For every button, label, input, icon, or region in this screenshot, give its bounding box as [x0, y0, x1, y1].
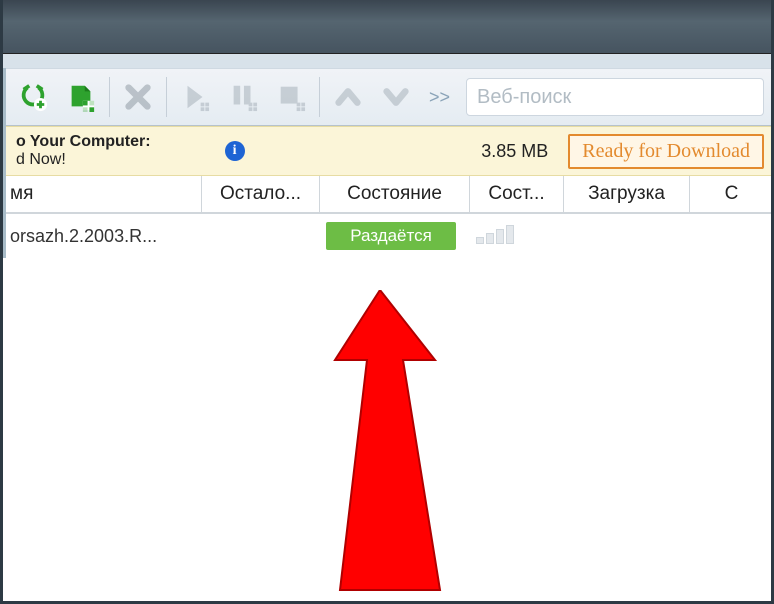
table-row[interactable]: orsazh.2.2003.R... Раздаётся: [6, 214, 774, 258]
move-up-button[interactable]: [325, 74, 371, 120]
stop-icon: [276, 82, 306, 112]
cell-bars: [470, 224, 564, 249]
toolbar-separator: [166, 77, 167, 117]
remove-button[interactable]: [115, 74, 161, 120]
chevron-down-icon: [381, 82, 411, 112]
col-header-download[interactable]: Загрузка: [564, 176, 690, 212]
signal-bars-icon: [476, 224, 514, 244]
add-torrent-button[interactable]: [58, 74, 104, 120]
pause-button[interactable]: [220, 74, 266, 120]
promo-text: o Your Computer: d Now!: [16, 133, 151, 170]
col-header-name[interactable]: мя: [6, 176, 202, 212]
search-box[interactable]: [466, 78, 764, 116]
add-url-button[interactable]: [10, 74, 56, 120]
chrome-gap: [0, 54, 774, 68]
cell-state: Раздаётся: [320, 222, 470, 250]
link-add-icon: [18, 82, 48, 112]
pause-icon: [228, 82, 258, 112]
col-header-extra[interactable]: C: [690, 176, 774, 212]
cell-name: orsazh.2.2003.R...: [6, 226, 202, 247]
ready-download-button[interactable]: Ready for Download: [568, 134, 764, 169]
promo-bar: o Your Computer: d Now! i 3.85 MB Ready …: [6, 126, 774, 176]
stop-button[interactable]: [268, 74, 314, 120]
toolbar-separator: [319, 77, 320, 117]
col-header-bar[interactable]: Сост...: [470, 176, 564, 212]
annotation-arrow: [290, 290, 490, 604]
column-headers: мя Остало... Состояние Сост... Загрузка …: [6, 176, 774, 214]
window-titlebar: [0, 0, 774, 54]
col-header-remaining[interactable]: Остало...: [202, 176, 320, 212]
search-input[interactable]: [477, 86, 753, 109]
start-button[interactable]: [172, 74, 218, 120]
file-add-icon: [66, 82, 96, 112]
move-down-button[interactable]: [373, 74, 419, 120]
promo-line1: o Your Computer:: [16, 133, 151, 150]
col-header-state[interactable]: Состояние: [320, 176, 470, 212]
promo-size: 3.85 MB: [481, 141, 548, 162]
play-icon: [180, 82, 210, 112]
info-icon[interactable]: i: [225, 141, 245, 161]
promo-line2: d Now!: [16, 151, 66, 168]
toolbar: >>: [6, 68, 774, 126]
chevron-up-icon: [333, 82, 363, 112]
toolbar-separator: [109, 77, 110, 117]
delete-x-icon: [123, 82, 153, 112]
status-badge: Раздаётся: [326, 222, 456, 250]
toolbar-overflow[interactable]: >>: [421, 87, 458, 108]
